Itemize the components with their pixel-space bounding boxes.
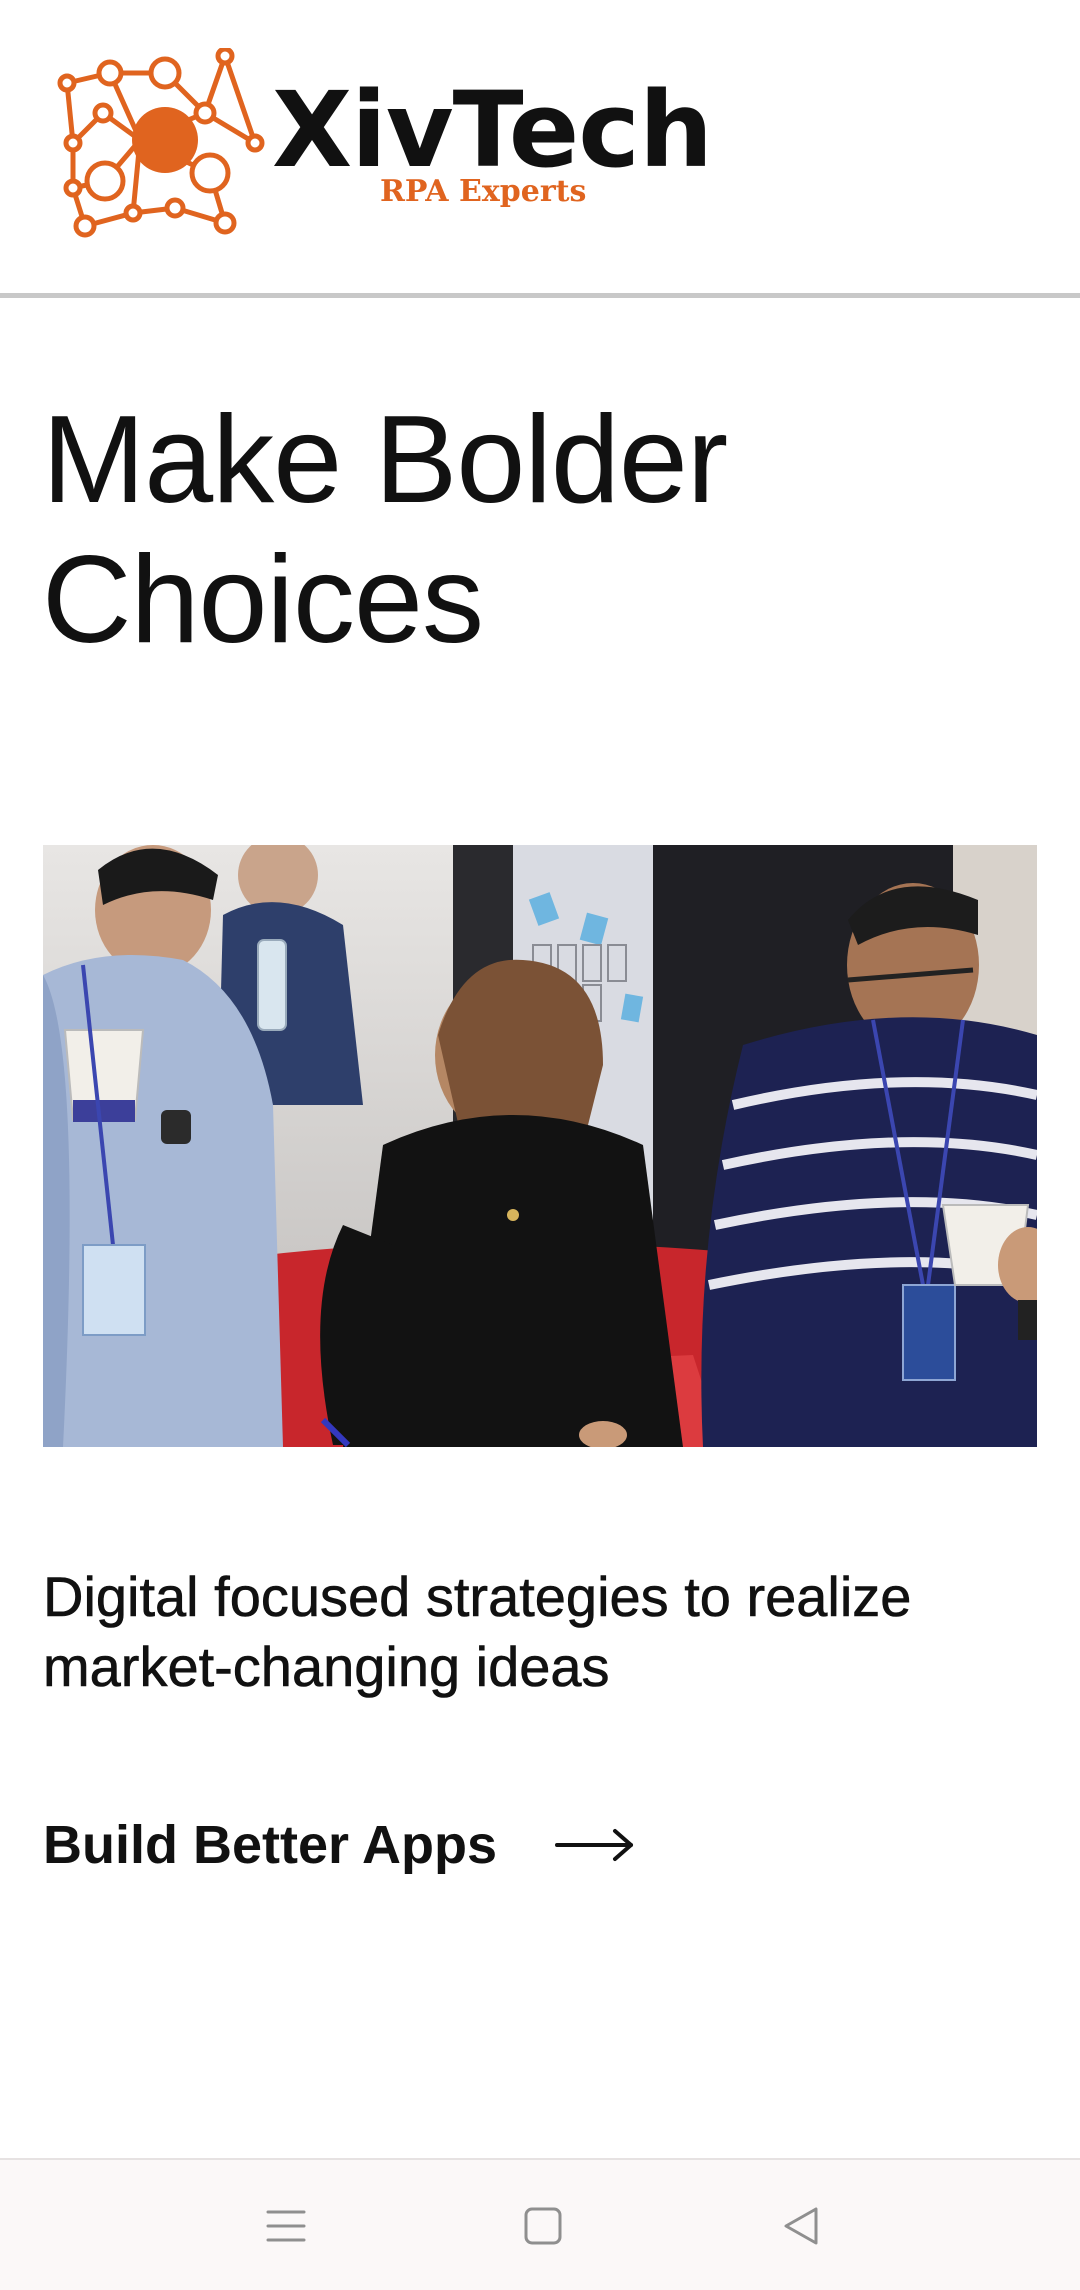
home-square-icon	[524, 2207, 562, 2245]
team-photo	[43, 845, 1037, 1447]
back-triangle-icon	[784, 2207, 818, 2245]
system-navigation-bar	[0, 2158, 1080, 2290]
cta-label: Build Better Apps	[43, 1815, 498, 1875]
menu-icon	[266, 2210, 306, 2242]
team-photo-illustration	[43, 845, 1037, 1447]
hero-title-line2: Choices	[42, 531, 484, 669]
menu-button[interactable]	[258, 2198, 314, 2254]
network-logo-icon	[57, 48, 265, 238]
brand-tagline: RPA Experts	[380, 174, 587, 209]
build-better-apps-link[interactable]: Build Better Apps	[43, 1805, 635, 1885]
home-button[interactable]	[515, 2198, 571, 2254]
brand-name: XivTech	[272, 69, 713, 191]
tagline-heading: Digital focused strategies to realize ma…	[43, 1565, 912, 1699]
hero-title: Make Bolder Choices	[42, 390, 942, 670]
back-button[interactable]	[773, 2198, 829, 2254]
xivtech-logo[interactable]: XivTech RPA Experts	[55, 48, 713, 243]
hero-title-line1: Make Bolder	[42, 391, 728, 529]
arrow-right-icon	[555, 1829, 634, 1861]
site-header: XivTech RPA Experts	[0, 0, 1080, 298]
